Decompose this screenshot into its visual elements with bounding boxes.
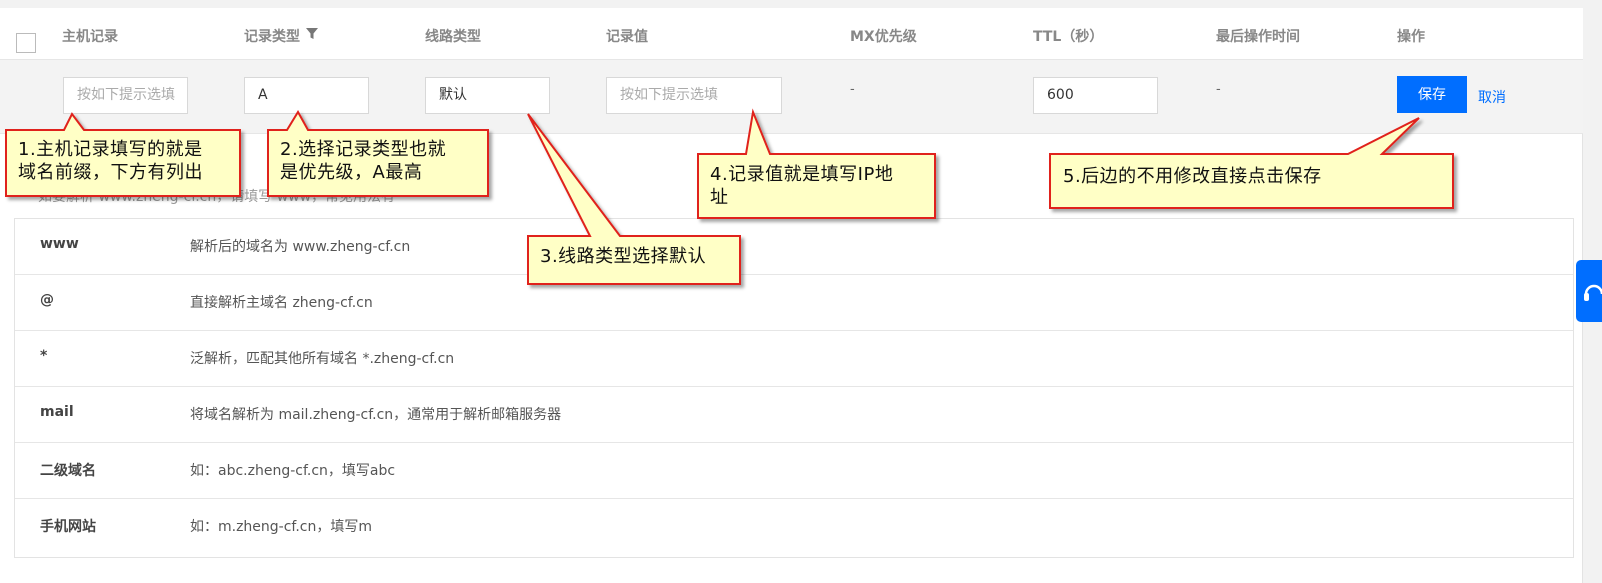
header-actions: 操作 xyxy=(1397,29,1425,45)
callout-4-line-1: 4.记录值就是填写IP地 xyxy=(710,164,894,185)
edit-row: 按如下提示选填 A 默认 按如下提示选填 - 600 - 保存 取消 xyxy=(0,60,1583,134)
example-row: @ 直接解析主域名 zheng-cf.cn xyxy=(15,275,1573,331)
callout-2-line-2: 是优先级，A最高 xyxy=(280,162,423,183)
header-line-type: 线路类型 xyxy=(425,29,481,45)
record-type-select[interactable]: A xyxy=(244,77,369,114)
callout-1-line-2: 域名前缀，下方有列出 xyxy=(18,162,203,183)
example-desc: 直接解析主域名 zheng-cf.cn xyxy=(190,295,373,311)
callout-2-line-1: 2.选择记录类型也就 xyxy=(280,139,447,160)
callout-4-line-2: 址 xyxy=(710,187,729,208)
line-type-select[interactable]: 默认 xyxy=(425,77,550,114)
examples-table: www 解析后的域名为 www.zheng-cf.cn @ 直接解析主域名 zh… xyxy=(14,218,1574,558)
header-last-op-time: 最后操作时间 xyxy=(1216,29,1300,45)
save-button[interactable]: 保存 xyxy=(1397,76,1467,113)
callout-3-text: 3.线路类型选择默认 xyxy=(540,246,707,267)
header-mx-priority: MX优先级 xyxy=(850,29,917,45)
example-key: * xyxy=(40,348,48,364)
last-op-time-value: - xyxy=(1216,82,1221,97)
example-desc: 将域名解析为 mail.zheng-cf.cn，通常用于解析邮箱服务器 xyxy=(190,407,562,423)
header-record-type-wrap[interactable]: 记录类型 xyxy=(244,26,318,46)
example-row: mail 将域名解析为 mail.zheng-cf.cn，通常用于解析邮箱服务器 xyxy=(15,387,1573,443)
callout-1-line-1: 1.主机记录填写的就是 xyxy=(18,139,203,160)
callout-5-text: 5.后边的不用修改直接点击保存 xyxy=(1063,166,1322,187)
ttl-input[interactable]: 600 xyxy=(1033,77,1158,114)
example-row: 二级域名 如：abc.zheng-cf.cn，填写abc xyxy=(15,443,1573,499)
hint-text: 如要解析 www.zheng-cf.cn，请填写 www，常见用法有 xyxy=(38,189,396,205)
example-row: * 泛解析，匹配其他所有域名 *.zheng-cf.cn xyxy=(15,331,1573,387)
example-key: 二级域名 xyxy=(40,463,96,479)
filter-icon[interactable] xyxy=(306,28,318,40)
header-host-record: 主机记录 xyxy=(62,29,118,45)
example-desc: 解析后的域名为 www.zheng-cf.cn xyxy=(190,239,411,255)
callout-4-text: 4.记录值就是填写IP地 址 xyxy=(710,163,893,209)
example-key: @ xyxy=(40,292,54,308)
example-key: 手机网站 xyxy=(40,519,96,535)
host-record-input[interactable]: 按如下提示选填 xyxy=(63,77,188,114)
floating-help-tab[interactable] xyxy=(1576,260,1602,322)
mx-priority-value: - xyxy=(850,82,855,97)
table-header: 主机记录 记录类型 线路类型 记录值 MX优先级 TTL（秒） 最后操作时间 操… xyxy=(0,8,1583,60)
headset-icon xyxy=(1584,284,1602,301)
example-row: www 解析后的域名为 www.zheng-cf.cn xyxy=(15,219,1573,275)
header-record-type: 记录类型 xyxy=(244,29,300,45)
example-row: 手机网站 如：m.zheng-cf.cn，填写m xyxy=(15,499,1573,555)
callout-2-text: 2.选择记录类型也就 是优先级，A最高 xyxy=(280,138,446,184)
select-all-checkbox[interactable] xyxy=(16,33,36,53)
cancel-link[interactable]: 取消 xyxy=(1478,87,1506,107)
example-desc: 如：m.zheng-cf.cn，填写m xyxy=(190,519,372,535)
header-ttl: TTL（秒） xyxy=(1033,29,1104,45)
callout-1-text: 1.主机记录填写的就是 域名前缀，下方有列出 xyxy=(18,138,203,184)
header-record-value: 记录值 xyxy=(606,29,648,45)
record-value-input[interactable]: 按如下提示选填 xyxy=(606,77,782,114)
example-key: mail xyxy=(40,404,74,420)
example-desc: 如：abc.zheng-cf.cn，填写abc xyxy=(190,463,396,479)
example-key: www xyxy=(40,236,79,252)
example-desc: 泛解析，匹配其他所有域名 *.zheng-cf.cn xyxy=(190,351,455,367)
